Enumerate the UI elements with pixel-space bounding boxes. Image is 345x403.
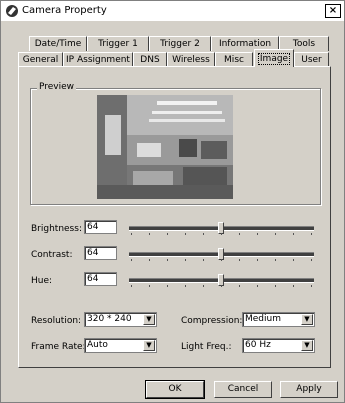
- tab-misc[interactable]: Misc: [215, 52, 253, 67]
- chevron-down-icon[interactable]: ▼: [301, 314, 313, 325]
- slider-tick: [239, 285, 240, 287]
- resolution-select[interactable]: 320 * 240 ▼: [84, 312, 157, 327]
- chevron-down-icon[interactable]: ▼: [143, 340, 155, 351]
- slider-tick: [311, 285, 312, 287]
- slider-tick: [149, 285, 150, 287]
- resolution-label: Resolution:: [31, 316, 82, 326]
- hue-label: Hue:: [31, 276, 53, 286]
- slider-tick: [221, 259, 222, 261]
- preview-group-label: Preview: [37, 82, 77, 92]
- slider-tick: [239, 233, 240, 235]
- hue-input[interactable]: 64: [84, 272, 117, 286]
- slider-tick: [167, 285, 168, 287]
- slider-tick: [149, 259, 150, 261]
- slider-tick: [203, 233, 204, 235]
- contrast-label: Contrast:: [31, 250, 73, 260]
- slider-tick: [149, 233, 150, 235]
- camera-property-window: Camera Property × Date/Time Trigger 1 Tr…: [0, 0, 345, 403]
- slider-tick: [293, 259, 294, 261]
- chevron-down-icon[interactable]: ▼: [143, 314, 155, 325]
- slider-tick: [257, 285, 258, 287]
- apply-button[interactable]: Apply: [280, 381, 338, 398]
- tab-dns[interactable]: DNS: [133, 52, 167, 67]
- tab-general[interactable]: General: [18, 52, 63, 67]
- ok-button[interactable]: OK: [145, 380, 205, 399]
- compression-label: Compression:: [181, 316, 243, 326]
- light-freq-value: 60 Hz: [245, 340, 271, 350]
- slider-tick: [167, 233, 168, 235]
- slider-tick: [275, 259, 276, 261]
- slider-tick: [221, 233, 222, 235]
- preview-scene: [97, 95, 233, 199]
- tab-image[interactable]: Image: [254, 49, 294, 67]
- window-title: Camera Property: [22, 5, 107, 16]
- tab-wireless[interactable]: Wireless: [167, 52, 215, 67]
- camera-icon: [6, 5, 18, 17]
- tab-user[interactable]: User: [294, 52, 329, 67]
- slider-tick: [239, 259, 240, 261]
- slider-tick: [311, 259, 312, 261]
- slider-tick: [275, 233, 276, 235]
- slider-tick: [131, 259, 132, 261]
- close-button[interactable]: ×: [325, 4, 341, 18]
- compression-select[interactable]: Medium ▼: [242, 312, 315, 327]
- frame-rate-select[interactable]: Auto ▼: [84, 338, 157, 353]
- tab-date-time[interactable]: Date/Time: [29, 36, 87, 51]
- slider-tick: [293, 233, 294, 235]
- slider-tick: [185, 285, 186, 287]
- slider-tick: [275, 285, 276, 287]
- tab-trigger-1[interactable]: Trigger 1: [87, 36, 149, 51]
- slider-tick: [293, 285, 294, 287]
- slider-tick: [203, 285, 204, 287]
- brightness-label: Brightness:: [31, 224, 82, 234]
- brightness-input[interactable]: 64: [84, 220, 117, 234]
- slider-tick: [167, 259, 168, 261]
- tab-ip-assignment[interactable]: IP Assignment: [63, 52, 133, 67]
- slider-tick: [185, 233, 186, 235]
- cancel-button[interactable]: Cancel: [214, 381, 272, 398]
- light-freq-label: Light Freq.:: [181, 342, 232, 352]
- compression-value: Medium: [245, 314, 281, 324]
- slider-tick: [311, 233, 312, 235]
- slider-tick: [221, 285, 222, 287]
- slider-tick: [131, 285, 132, 287]
- camera-preview-image: [97, 95, 233, 199]
- slider-tick: [257, 233, 258, 235]
- resolution-value: 320 * 240: [87, 314, 132, 324]
- frame-rate-label: Frame Rate:: [31, 342, 86, 352]
- slider-tick: [131, 233, 132, 235]
- light-freq-select[interactable]: 60 Hz ▼: [242, 338, 315, 353]
- slider-tick: [257, 259, 258, 261]
- frame-rate-value: Auto: [87, 340, 108, 350]
- contrast-input[interactable]: 64: [84, 246, 117, 260]
- slider-tick: [203, 259, 204, 261]
- chevron-down-icon[interactable]: ▼: [301, 340, 313, 351]
- title-bar: Camera Property ×: [1, 1, 344, 21]
- tab-trigger-2[interactable]: Trigger 2: [149, 36, 211, 51]
- slider-tick: [185, 259, 186, 261]
